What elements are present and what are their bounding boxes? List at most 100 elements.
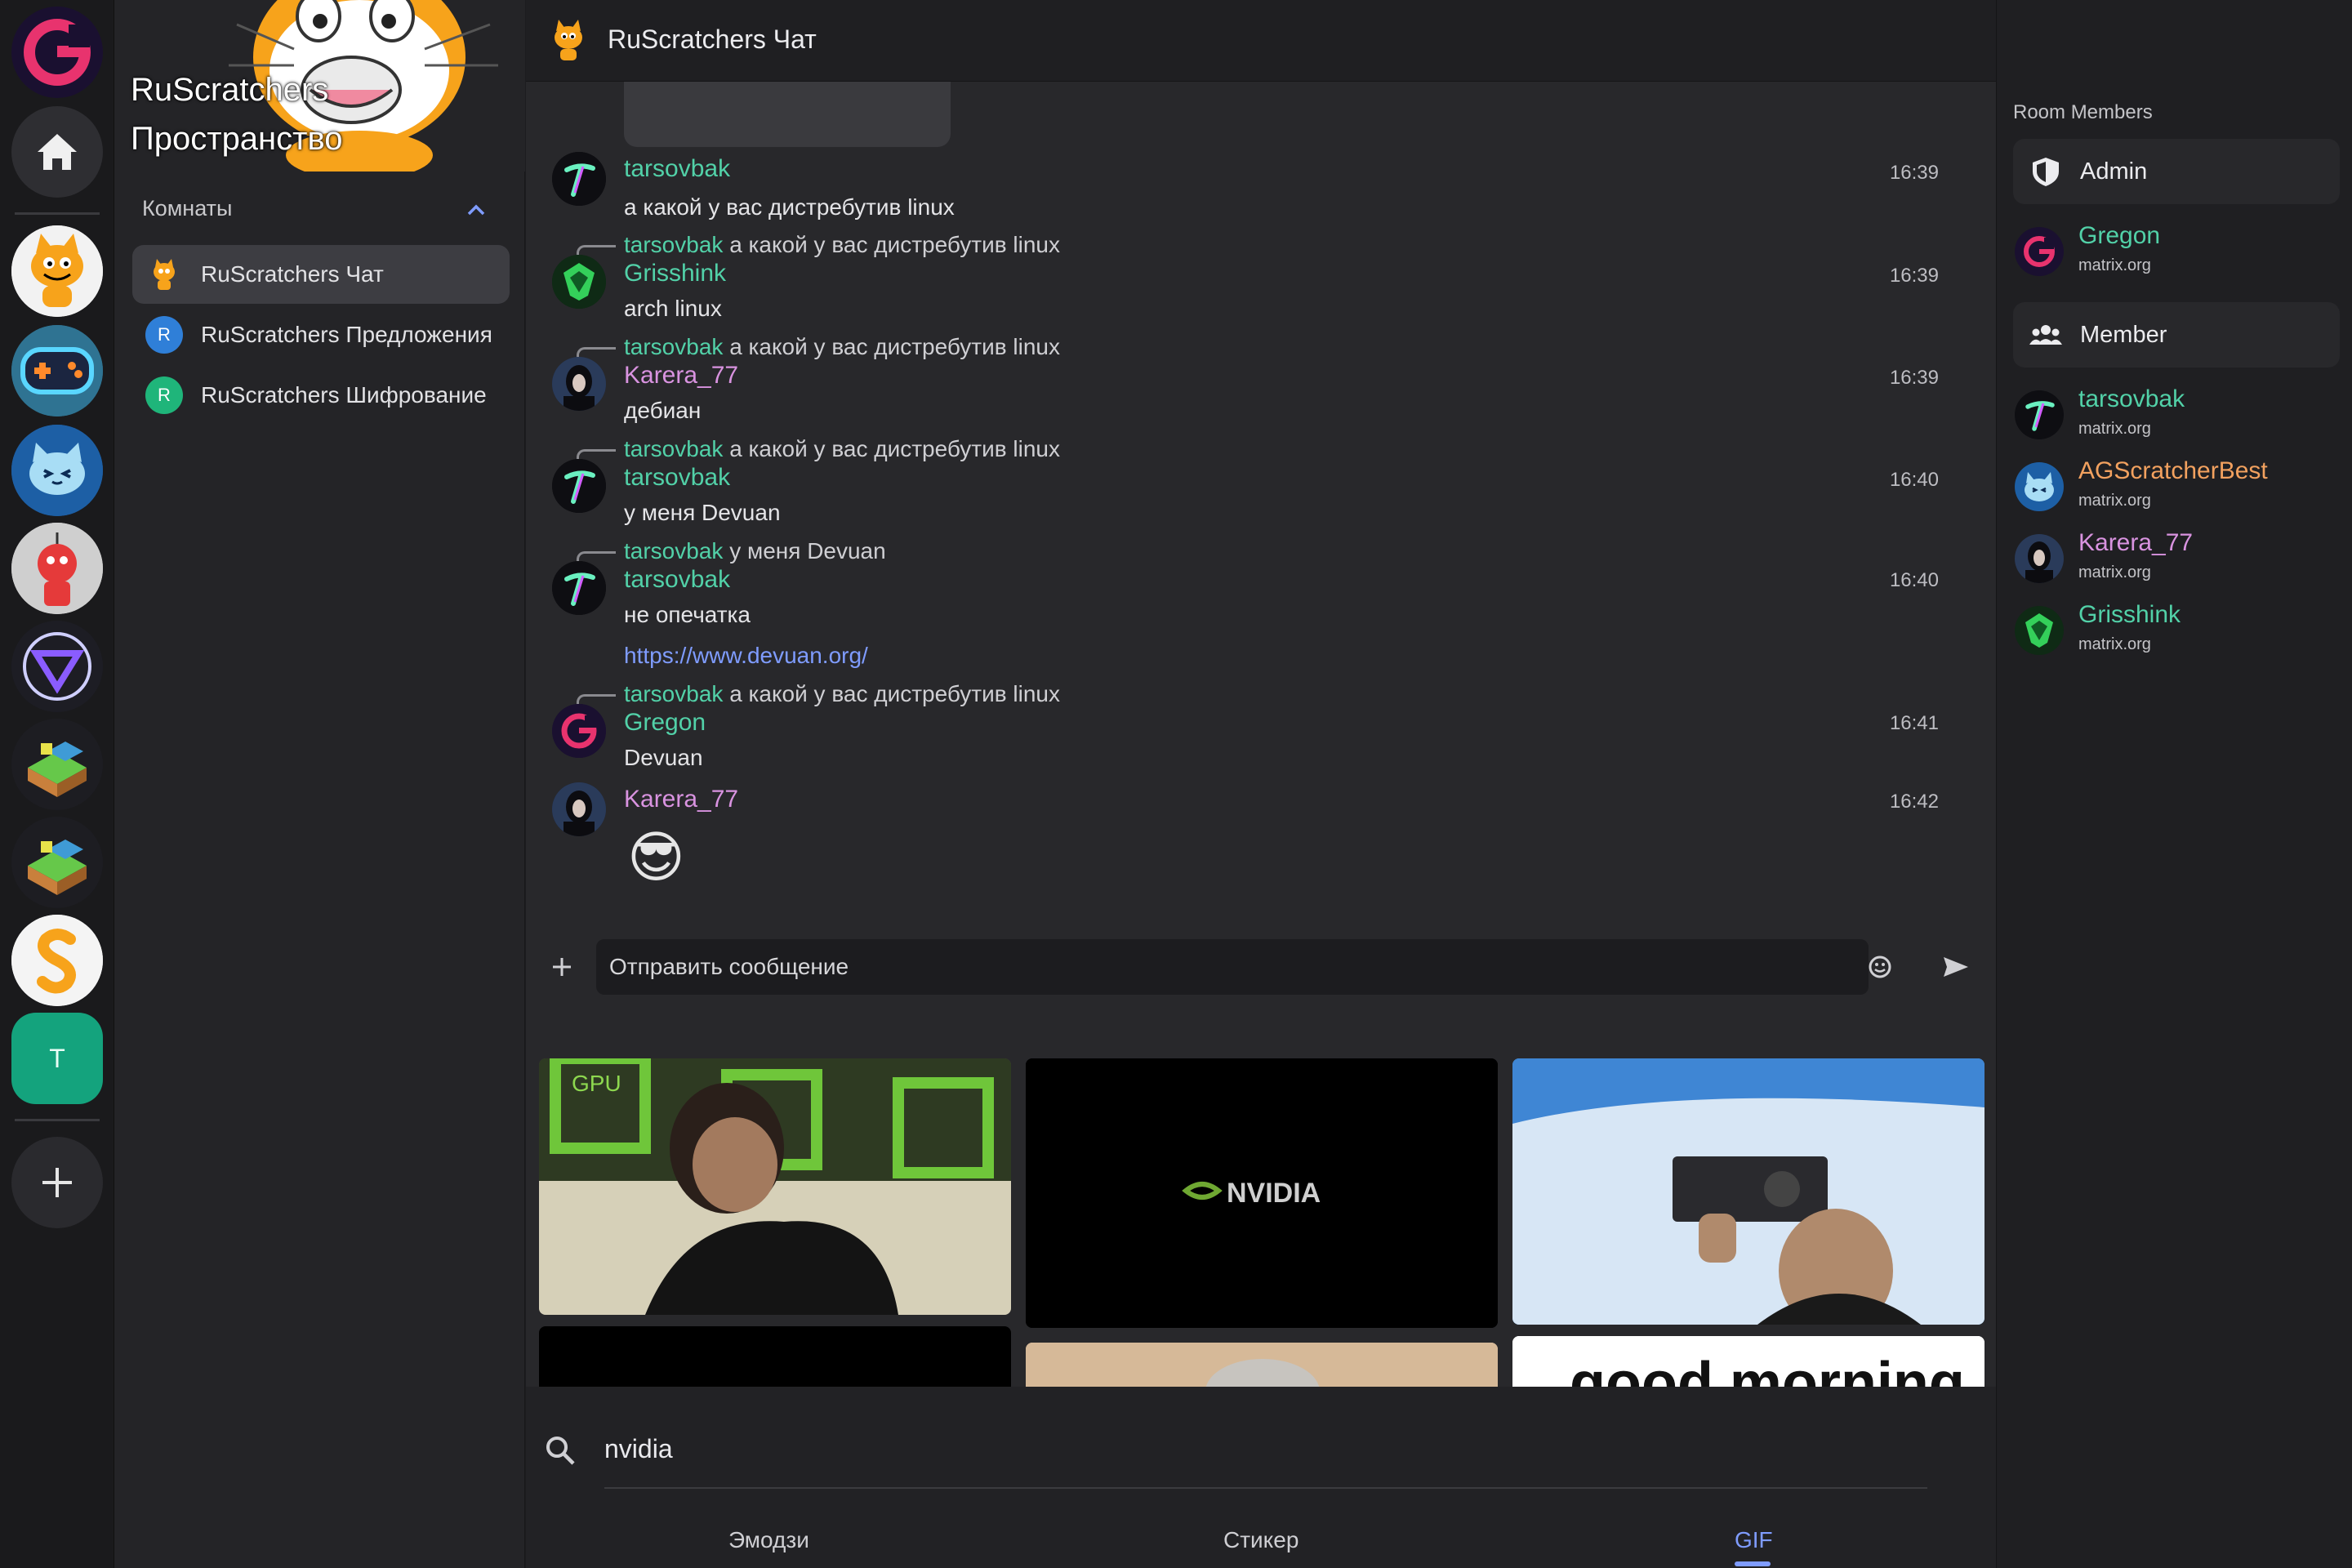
cat-space-avatar[interactable]: [11, 425, 103, 516]
message-timestamp: 16:41: [1889, 712, 1939, 734]
emoji-picker-icon[interactable]: [1867, 954, 1893, 980]
send-icon[interactable]: [1940, 952, 1971, 982]
member-server: matrix.org: [2078, 256, 2151, 274]
room-name: RuScratchers Чат: [201, 261, 384, 287]
message-sender[interactable]: tarsovbak: [624, 464, 730, 492]
room-name: RuScratchers Предложения: [201, 322, 492, 347]
attach-plus-icon[interactable]: [547, 952, 577, 982]
room-header: RuScratchers Чат: [526, 0, 2323, 82]
rail-divider-2: [15, 1119, 100, 1121]
room-avatar-scratch-cat[interactable]: [544, 16, 593, 65]
message-link[interactable]: https://www.devuan.org/: [624, 643, 868, 669]
message-sender[interactable]: Karera_77: [624, 786, 738, 813]
spaces-rail: T: [0, 0, 114, 1568]
avatar-gregon[interactable]: [552, 704, 606, 758]
gif-result-2[interactable]: NVIDIA: [1026, 1058, 1498, 1328]
tab-emoji[interactable]: Эмодзи: [728, 1527, 809, 1553]
triangle-space-avatar[interactable]: [11, 621, 103, 712]
blocks-space-avatar-2[interactable]: [11, 817, 103, 908]
message-timestamp: 16:40: [1889, 569, 1939, 591]
message-sender[interactable]: Grisshink: [624, 260, 726, 287]
home-button[interactable]: [11, 106, 103, 198]
sunglasses-emoji: 😎: [627, 826, 685, 889]
avatar-grisshink[interactable]: [552, 255, 606, 309]
member-name: AGScratcherBest: [2078, 457, 2268, 484]
t-space-letter: T: [49, 1043, 65, 1073]
avatar-tarsovbak[interactable]: [552, 459, 606, 513]
member-gregon[interactable]: Gregon matrix.org: [2013, 219, 2340, 284]
gif-gpu-text: GPU: [572, 1071, 621, 1096]
reply-preview[interactable]: tarsovbak а какой у вас дистребутив linu…: [624, 436, 1060, 462]
room-title[interactable]: RuScratchers Чат: [608, 24, 817, 55]
home-icon: [38, 134, 77, 170]
gif-picker: GPU NVIDIA good morning nvidia Эмодзи Ст…: [526, 1036, 1996, 1568]
member-server: matrix.org: [2078, 492, 2151, 510]
rooms-section-header[interactable]: Комнаты: [142, 196, 232, 221]
gif-result-6[interactable]: good morning: [1512, 1336, 1984, 1387]
tab-gif[interactable]: GIF: [1735, 1527, 1773, 1553]
room-members-panel: Room Members Admin Gregon matrix.org Mem…: [1996, 0, 2352, 1568]
message-timestamp: 16:39: [1889, 162, 1939, 184]
message-sender[interactable]: tarsovbak: [624, 566, 730, 594]
scratch-space-avatar[interactable]: [11, 225, 103, 317]
role-member: Member: [2013, 302, 2340, 368]
t-space-avatar[interactable]: T: [11, 1013, 103, 1104]
member-server: matrix.org: [2078, 420, 2151, 438]
room-item-encryption[interactable]: R RuScratchers Шифрование: [132, 366, 510, 425]
message-timeline[interactable]: tarsovbak 16:39 а какой у вас дистребути…: [526, 82, 1996, 923]
reply-preview[interactable]: tarsovbak у меня Devuan: [624, 538, 886, 564]
message-composer[interactable]: Отправить сообщение: [596, 939, 1869, 995]
member-name: Grisshink: [2078, 601, 2181, 628]
room-name: RuScratchers Шифрование: [201, 382, 487, 408]
gregon-space-avatar[interactable]: [11, 7, 103, 98]
robot-space-avatar[interactable]: [11, 523, 103, 614]
member-name: Karera_77: [2078, 529, 2194, 556]
gif-result-1[interactable]: GPU: [539, 1058, 1011, 1315]
avatar-gregon: [2015, 227, 2064, 276]
composer-placeholder: Отправить сообщение: [609, 954, 849, 979]
good-morning-text: good morning: [1570, 1351, 1965, 1387]
message-body: а какой у вас дистребутив linux: [624, 194, 955, 220]
avatar-karera: [2015, 534, 2064, 583]
message-sender[interactable]: Gregon: [624, 709, 706, 737]
blocks-space-avatar-1[interactable]: [11, 719, 103, 810]
members-title: Room Members: [2013, 101, 2153, 123]
avatar-agscratcherbest: [2015, 462, 2064, 511]
room-item-proposals[interactable]: R RuScratchers Предложения: [132, 305, 510, 364]
reply-preview[interactable]: tarsovbak а какой у вас дистребутив linu…: [624, 232, 1060, 258]
gif-result-5[interactable]: [1026, 1343, 1498, 1387]
previous-media-preview[interactable]: [624, 82, 951, 147]
avatar-grisshink: [2015, 606, 2064, 655]
scratch-cat-icon: [145, 256, 183, 293]
avatar-karera[interactable]: [552, 357, 606, 411]
gamepad-space-avatar[interactable]: [11, 325, 103, 416]
room-item-chat[interactable]: RuScratchers Чат: [132, 245, 510, 304]
message-timestamp: 16:39: [1889, 265, 1939, 287]
member-tarsovbak[interactable]: tarsovbak matrix.org: [2013, 382, 2340, 448]
space-title: RuScratchers Пространство: [131, 72, 343, 157]
member-agscratcherbest[interactable]: AGScratcherBest matrix.org: [2013, 454, 2340, 519]
s-logo-space-avatar[interactable]: [11, 915, 103, 1006]
avatar-tarsovbak[interactable]: [552, 152, 606, 206]
room-letter-avatar: R: [145, 316, 183, 354]
message-body: у меня Devuan: [624, 500, 781, 525]
reply-preview[interactable]: tarsovbak а какой у вас дистребутив linu…: [624, 681, 1060, 707]
message-sender[interactable]: Karera_77: [624, 362, 738, 390]
message-sender[interactable]: tarsovbak: [624, 155, 730, 183]
member-server: matrix.org: [2078, 635, 2151, 653]
avatar-karera[interactable]: [552, 782, 606, 836]
room-list-panel: RuScratchers Пространство Комнаты RuScra…: [114, 0, 525, 1568]
gif-search-input[interactable]: nvidia: [604, 1434, 673, 1464]
role-label: Admin: [2080, 158, 2148, 185]
add-space-button[interactable]: [11, 1137, 103, 1228]
message-body: не опечатка: [624, 602, 751, 627]
gif-result-3[interactable]: [1512, 1058, 1984, 1325]
gif-result-4[interactable]: [539, 1326, 1011, 1387]
tab-sticker[interactable]: Стикер: [1223, 1527, 1298, 1553]
member-karera[interactable]: Karera_77 matrix.org: [2013, 526, 2340, 591]
chevron-up-icon[interactable]: [464, 198, 488, 222]
plus-icon: [42, 1168, 72, 1197]
member-grisshink[interactable]: Grisshink matrix.org: [2013, 598, 2340, 663]
avatar-tarsovbak[interactable]: [552, 561, 606, 615]
reply-preview[interactable]: tarsovbak а какой у вас дистребутив linu…: [624, 334, 1060, 360]
